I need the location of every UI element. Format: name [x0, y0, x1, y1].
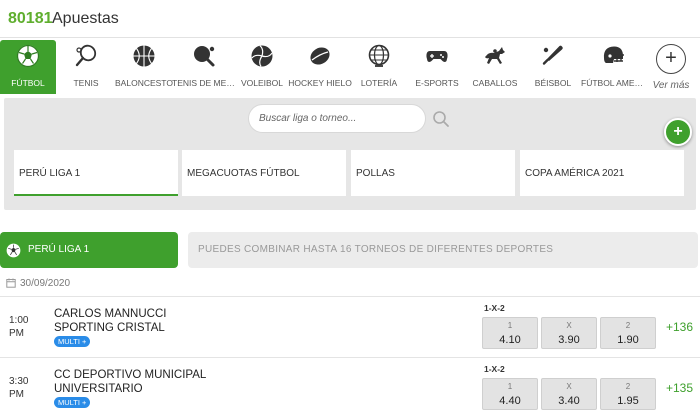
sport-label: Hockey hielo [288, 78, 352, 88]
horse-icon [485, 47, 505, 64]
odd-key: 2 [625, 321, 631, 330]
match-time: 3:30 PM [9, 376, 29, 400]
odd-value: 4.40 [499, 395, 521, 407]
volleyball-icon [251, 45, 273, 67]
sport-label: Voleibol [240, 78, 284, 88]
divider [0, 296, 700, 297]
market-label: 1-X-2 [484, 364, 505, 374]
odd-value: 1.95 [617, 395, 639, 407]
sport-label: Fútbol americano [581, 78, 645, 88]
calendar-icon [6, 278, 16, 288]
odd-value: 4.10 [499, 334, 521, 346]
odd-key: 1 [507, 382, 513, 391]
match-time: 1:00 PM [9, 315, 29, 339]
divider [0, 357, 700, 358]
basketball-icon [133, 45, 155, 67]
sport-tab-futbol-americano[interactable]: Fútbol americano [581, 40, 645, 94]
home-team: CC Deportivo Municipal [54, 369, 207, 381]
search-icon[interactable] [432, 110, 450, 128]
selected-league-button[interactable]: PERÚ LIGA 1 [0, 232, 178, 268]
home-team: Carlos Mannucci [54, 308, 167, 320]
baseball-bat-icon [542, 45, 563, 65]
page-title: Apuestas [52, 10, 119, 27]
sport-tab-caballos[interactable]: Caballos [467, 40, 523, 94]
odd-value: 3.90 [558, 334, 580, 346]
odd-button-home[interactable]: 1 4.10 [482, 317, 538, 349]
sport-label: Lotería [360, 78, 398, 88]
sport-label: Caballos [472, 78, 518, 88]
combine-info-banner: PUEDES COMBINAR HASTA 16 TORNEOS DE DIFE… [188, 232, 698, 268]
odd-key: 2 [625, 382, 631, 391]
sport-label: Fútbol [11, 78, 45, 88]
odd-button-draw[interactable]: X 3.90 [541, 317, 597, 349]
odd-key: X [566, 321, 572, 330]
multi-badge[interactable]: MULTI + [54, 397, 91, 408]
odd-key: X [566, 382, 572, 391]
match-row: 1:00 PM Carlos Mannucci Sporting Cristal… [0, 298, 700, 356]
lottery-globe-icon [368, 44, 390, 67]
see-more-sports-button[interactable]: + Ver más [648, 40, 694, 96]
add-button[interactable]: + [664, 118, 692, 146]
search-input[interactable] [248, 104, 426, 133]
sport-tab-futbol[interactable]: Fútbol [0, 40, 56, 94]
hockey-puck-icon [310, 47, 330, 65]
sport-tab-beisbol[interactable]: Béisbol [525, 40, 581, 94]
more-markets-link[interactable]: +135 [666, 381, 693, 395]
away-team: Sporting Cristal [54, 322, 165, 334]
odd-value: 1.90 [617, 334, 639, 346]
soccer-ball-icon [16, 44, 40, 68]
sport-label: Tenis de mesa [172, 78, 236, 88]
sport-label: Baloncesto [115, 78, 173, 88]
sport-tab-voleibol[interactable]: Voleibol [234, 40, 290, 94]
odd-button-away[interactable]: 2 1.95 [600, 378, 656, 410]
soccer-ball-icon [6, 243, 21, 258]
market-label: 1-X-2 [484, 303, 505, 313]
more-markets-link[interactable]: +136 [666, 320, 693, 334]
brand-number: 80181 [8, 10, 53, 27]
league-tab-copa-america[interactable]: COPA AMÉRICA 2021 [520, 150, 684, 196]
sport-tab-tenis-de-mesa[interactable]: Tenis de mesa [172, 40, 236, 94]
league-tab-peru-liga-1[interactable]: PERÚ LIGA 1 [14, 150, 178, 196]
football-helmet-icon [603, 46, 624, 63]
sport-tab-tenis[interactable]: Tenis [58, 40, 114, 94]
date-text: 30/09/2020 [20, 278, 71, 289]
match-date: 30/09/2020 [6, 278, 70, 289]
selected-league-label: PERÚ LIGA 1 [28, 244, 90, 255]
league-tab-megacuotas[interactable]: MEGACUOTAS FÚTBOL [182, 150, 346, 196]
league-panel: + PERÚ LIGA 1 MEGACUOTAS FÚTBOL POLLAS C… [4, 98, 696, 210]
league-tab-pollas[interactable]: POLLAS [351, 150, 515, 196]
sport-label: Tenis [73, 78, 99, 88]
odd-button-draw[interactable]: X 3.40 [541, 378, 597, 410]
odd-value: 3.40 [558, 395, 580, 407]
ping-pong-icon [194, 46, 215, 67]
sport-tab-hockey[interactable]: Hockey hielo [288, 40, 352, 94]
top-header: 80181 Apuestas [0, 0, 700, 38]
match-row: 3:30 PM CC Deportivo Municipal Universit… [0, 359, 700, 417]
gamepad-icon [426, 51, 448, 62]
away-team: Universitario [54, 383, 143, 395]
see-more-label: Ver más [652, 80, 690, 91]
multi-badge[interactable]: MULTI + [54, 336, 91, 347]
sport-tab-baloncesto[interactable]: Baloncesto [115, 40, 173, 94]
sport-label: Béisbol [534, 78, 572, 88]
odd-button-home[interactable]: 1 4.40 [482, 378, 538, 410]
odd-key: 1 [507, 321, 513, 330]
sport-tab-esports[interactable]: E-Sports [409, 40, 465, 94]
sports-bar: Fútbol Tenis Baloncesto Tenis de mesa Vo… [0, 38, 700, 96]
plus-icon: + [656, 44, 686, 74]
sport-tab-loteria[interactable]: Lotería [351, 40, 407, 94]
tennis-racket-icon [75, 44, 97, 67]
sport-label: E-Sports [415, 78, 459, 88]
odd-button-away[interactable]: 2 1.90 [600, 317, 656, 349]
